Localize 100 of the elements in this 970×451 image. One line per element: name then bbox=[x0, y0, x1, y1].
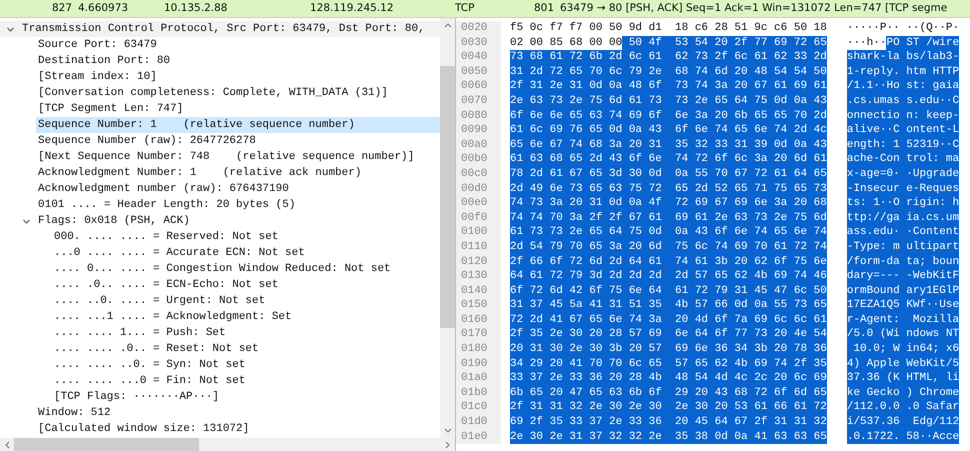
ascii-text[interactable]: ts: 1··O rigin: h bbox=[846, 196, 960, 211]
hex-bytes[interactable]: 2f 66 6f 72 6d 2d 64 61 74 61 3b 20 62 6f 75 6e bbox=[510, 254, 827, 270]
tree-item[interactable]: .... .... 1... = Push: Set bbox=[52, 325, 440, 341]
tree-item[interactable]: .... .... .0.. = Reset: Not set bbox=[52, 341, 440, 357]
tree-item[interactable]: 0101 .... = Header Length: 20 bytes (5) bbox=[36, 197, 440, 213]
tree-item[interactable]: .... .... ..0. = Syn: Not set bbox=[52, 357, 440, 373]
hex-bytes[interactable]: 2f 31 2e 31 0d 0a 48 6f 73 74 3a 20 67 61 69 61 bbox=[510, 79, 827, 94]
vertical-scrollbar[interactable] bbox=[440, 18, 455, 438]
tree-item[interactable]: Source Port: 63479 bbox=[36, 37, 440, 53]
ascii-text[interactable]: -Insecur e-Reques bbox=[846, 182, 960, 196]
ascii-text[interactable]: ass.edu· ·Content bbox=[846, 225, 960, 240]
horizontal-scrollbar[interactable] bbox=[0, 438, 455, 451]
scroll-thumb[interactable] bbox=[14, 438, 199, 451]
hex-bytes[interactable]: 31 37 45 5a 41 31 51 35 4b 57 66 0d 0a 55 73 65 bbox=[510, 298, 827, 313]
ascii-text[interactable]: ttp://ga ia.cs.um bbox=[846, 210, 960, 226]
hex-bytes[interactable]: 50 4f 53 54 20 2f 77 69 72 65 bbox=[622, 36, 827, 50]
tree-item[interactable]: .... 0... .... = Congestion Window Reduced: Not set bbox=[52, 261, 440, 277]
tree-item[interactable]: .... ...1 .... = Acknowledgment: Set bbox=[52, 309, 440, 325]
hex-bytes[interactable]: 6f 72 6d 42 6f 75 6e 64 61 72 79 31 45 47 6c 50 bbox=[510, 284, 827, 298]
hex-bytes[interactable]: 74 74 70 3a 2f 2f 67 61 69 61 2e 63 73 2e 75 6d bbox=[510, 210, 827, 226]
tree-item[interactable]: ...0 .... .... = Accurate ECN: Not set bbox=[52, 245, 440, 261]
tree-item[interactable]: .... .0.. .... = ECN-Echo: Not set bbox=[52, 277, 440, 293]
ascii-text[interactable]: ache-Con trol: ma bbox=[846, 152, 960, 167]
offset-label: 0040 bbox=[456, 50, 501, 65]
ascii-text[interactable]: /112.0.0 .0 Safar bbox=[846, 400, 960, 416]
ascii-text[interactable]: x-age=0· ·Upgrade bbox=[846, 166, 960, 182]
ascii-text[interactable]: /5.0 (Wi ndows NT bbox=[846, 327, 960, 342]
tree-item[interactable]: [TCP Segment Len: 747] bbox=[36, 101, 440, 117]
hex-bytes[interactable]: 31 2d 72 65 70 6c 79 2e 68 74 6d 20 48 54 54 50 bbox=[510, 64, 827, 80]
hex-bytes[interactable]: 61 6c 69 76 65 0d 0a 43 6f 6e 74 65 6e 74 2d 4c bbox=[510, 123, 827, 138]
ascii-text[interactable]: onnectio n: keep- bbox=[846, 108, 960, 124]
hex-bytes[interactable]: f5 0c f7 f7 00 50 9d d1 18 c6 28 51 9c c6 50 18 bbox=[510, 21, 827, 36]
ascii-text[interactable]: /1.1··Ho st: gaia bbox=[846, 79, 960, 94]
hex-bytes[interactable]: 2d 54 79 70 65 3a 20 6d 75 6c 74 69 70 61 72 74 bbox=[510, 240, 827, 254]
tree-item[interactable]: [Next Sequence Number: 748 (relative sequence number)] bbox=[36, 149, 440, 165]
tree-item[interactable]: Sequence Number: 1 (relative sequence number) bbox=[36, 117, 440, 133]
tree-item[interactable]: Acknowledgment Number: 1 (relative ack number) bbox=[36, 165, 440, 181]
hex-bytes[interactable]: 2d 49 6e 73 65 63 75 72 65 2d 52 65 71 75 65 73 bbox=[510, 182, 827, 196]
hex-bytes[interactable]: 6b 65 20 47 65 63 6b 6f 29 20 43 68 72 6f 6d 65 bbox=[510, 386, 827, 400]
chevron-icon[interactable] bbox=[22, 216, 31, 226]
ascii-text[interactable]: ength: 1 52319··C bbox=[846, 138, 960, 152]
hex-bytes[interactable]: 61 63 68 65 2d 43 6f 6e 74 72 6f 6c 3a 20 6d 61 bbox=[510, 152, 827, 167]
ascii-text[interactable]: ormBound ary1EGlP bbox=[846, 284, 960, 298]
ascii-text[interactable]: ke Gecko ) Chrome bbox=[846, 386, 960, 400]
scroll-thumb[interactable] bbox=[440, 66, 455, 328]
hex-bytes[interactable]: 78 2d 61 67 65 3d 30 0d 0a 55 70 67 72 61 64 65 bbox=[510, 166, 827, 182]
offset-label: 0090 bbox=[456, 123, 501, 138]
tree-item[interactable]: Acknowledgment number (raw): 676437190 bbox=[36, 181, 440, 197]
ascii-text[interactable]: .0.1722. 58··Acce bbox=[846, 430, 960, 444]
hex-bytes[interactable]: 6f 6e 6e 65 63 74 69 6f 6e 3a 20 6b 65 65 70 2d bbox=[510, 108, 827, 124]
tree-item[interactable]: [Conversation completeness: Complete, WITH_DATA (31)] bbox=[36, 85, 440, 101]
ascii-text[interactable]: /form-da ta; boun bbox=[846, 254, 960, 270]
ascii-text[interactable]: 1-reply. htm HTTP bbox=[846, 64, 960, 80]
hex-bytes[interactable]: 2e 63 73 2e 75 6d 61 73 73 2e 65 64 75 0d 0a 43 bbox=[510, 94, 827, 109]
ascii-text[interactable]: .cs.umas s.edu··C bbox=[846, 94, 960, 109]
ascii-text[interactable]: ·····P·· ··(Q··P· bbox=[846, 21, 960, 36]
hex-bytes[interactable]: 33 37 2e 33 36 20 28 4b 48 54 4d 4c 2c 20 6c 69 bbox=[510, 371, 827, 386]
packet-row[interactable]: 827 4.660973 10.135.2.88 128.119.245.12 TCP 801 63479 → 80 [PSH, ACK] Seq=1 Ack=1 Win=131072 Len=747 [TCP segme bbox=[0, 0, 970, 17]
ascii-text[interactable]: shark-la bs/lab3- bbox=[846, 50, 960, 65]
hex-bytes[interactable]: 73 68 61 72 6b 2d 6c 61 62 73 2f 6c 61 62 33 2d bbox=[510, 50, 827, 65]
ascii-text[interactable]: ···h·· bbox=[846, 36, 886, 50]
hex-bytes[interactable]: 65 6e 67 74 68 3a 20 31 35 32 33 31 39 0d 0a 43 bbox=[510, 138, 827, 152]
hex-bytes[interactable]: 74 73 3a 20 31 0d 0a 4f 72 69 67 69 6e 3a 20 68 bbox=[510, 196, 827, 211]
packet-cell-text: 63479 → 80 [PSH, ACK] Seq=1 Ack=1 Win=131072 Len=747 [TCP segme bbox=[560, 1, 948, 16]
tree-item[interactable]: 000. .... .... = Reserved: Not set bbox=[52, 229, 440, 245]
tree-item[interactable]: Flags: 0x018 (PSH, ACK) bbox=[36, 213, 440, 229]
ascii-text[interactable]: i/537.36 Edg/112 bbox=[846, 415, 960, 430]
hex-bytes[interactable]: 69 2f 35 33 37 2e 33 36 20 45 64 67 2f 31 31 32 bbox=[510, 415, 827, 430]
tree-item[interactable]: [TCP Flags: ·······AP···] bbox=[52, 389, 440, 405]
hex-bytes[interactable]: 2f 35 2e 30 20 28 57 69 6e 64 6f 77 73 20 4e 54 bbox=[510, 327, 827, 342]
hex-bytes[interactable]: 2e 30 2e 31 37 32 32 2e 35 38 0d 0a 41 63 63 65 bbox=[510, 430, 827, 444]
ascii-text[interactable]: 4) Apple WebKit/5 bbox=[846, 356, 960, 372]
hex-bytes[interactable]: 20 31 30 2e 30 3b 20 57 69 6e 36 34 3b 20 78 36 bbox=[510, 342, 827, 357]
hex-bytes[interactable]: 64 61 72 79 3d 2d 2d 2d 2d 57 65 62 4b 69 74 46 bbox=[510, 269, 827, 284]
ascii-text[interactable]: -Type: m ultipart bbox=[846, 240, 960, 254]
offset-label: 0140 bbox=[456, 284, 501, 298]
ascii-text[interactable]: PO ST /wire bbox=[886, 36, 960, 50]
offset-label: 0050 bbox=[456, 64, 501, 80]
tree-item[interactable]: [Stream index: 10] bbox=[36, 69, 440, 85]
tree-item[interactable]: [Calculated window size: 131072] bbox=[36, 421, 440, 437]
tree-item[interactable]: Window: 512 bbox=[36, 405, 440, 421]
ascii-text[interactable]: r-Agent: Mozilla bbox=[846, 312, 960, 328]
chevron-icon[interactable] bbox=[6, 24, 15, 34]
tree-item[interactable]: .... .... ...0 = Fin: Not set bbox=[52, 373, 440, 389]
ascii-text[interactable]: dary=--- -WebKitF bbox=[846, 269, 960, 284]
offset-label: 0180 bbox=[456, 342, 501, 357]
hex-bytes[interactable]: 61 73 73 2e 65 64 75 0d 0a 43 6f 6e 74 65 6e 74 bbox=[510, 225, 827, 240]
hex-bytes[interactable]: 2f 31 31 32 2e 30 2e 30 2e 30 20 53 61 66 61 72 bbox=[510, 400, 827, 416]
tree-item[interactable]: Destination Port: 80 bbox=[36, 53, 440, 69]
ascii-text[interactable]: 17EZA1Q5 KWf··Use bbox=[846, 298, 960, 313]
ascii-text[interactable]: alive··C ontent-L bbox=[846, 123, 960, 138]
hex-bytes[interactable]: 72 2d 41 67 65 6e 74 3a 20 4d 6f 7a 69 6c 6c 61 bbox=[510, 312, 827, 328]
hex-bytes[interactable]: 34 29 20 41 70 70 6c 65 57 65 62 4b 69 74 2f 35 bbox=[510, 356, 827, 372]
tree-item[interactable]: Sequence Number (raw): 2647726278 bbox=[36, 133, 440, 149]
tree-item[interactable]: .... ..0. .... = Urgent: Not set bbox=[52, 293, 440, 309]
hex-bytes[interactable]: 02 00 85 68 00 00 bbox=[510, 36, 622, 50]
packet-cell-text: 4.660973 bbox=[77, 1, 130, 16]
offset-label: 01c0 bbox=[456, 400, 501, 416]
ascii-text[interactable]: 10.0; W in64; x6 bbox=[846, 342, 960, 357]
ascii-text[interactable]: 37.36 (K HTML, li bbox=[846, 371, 960, 386]
